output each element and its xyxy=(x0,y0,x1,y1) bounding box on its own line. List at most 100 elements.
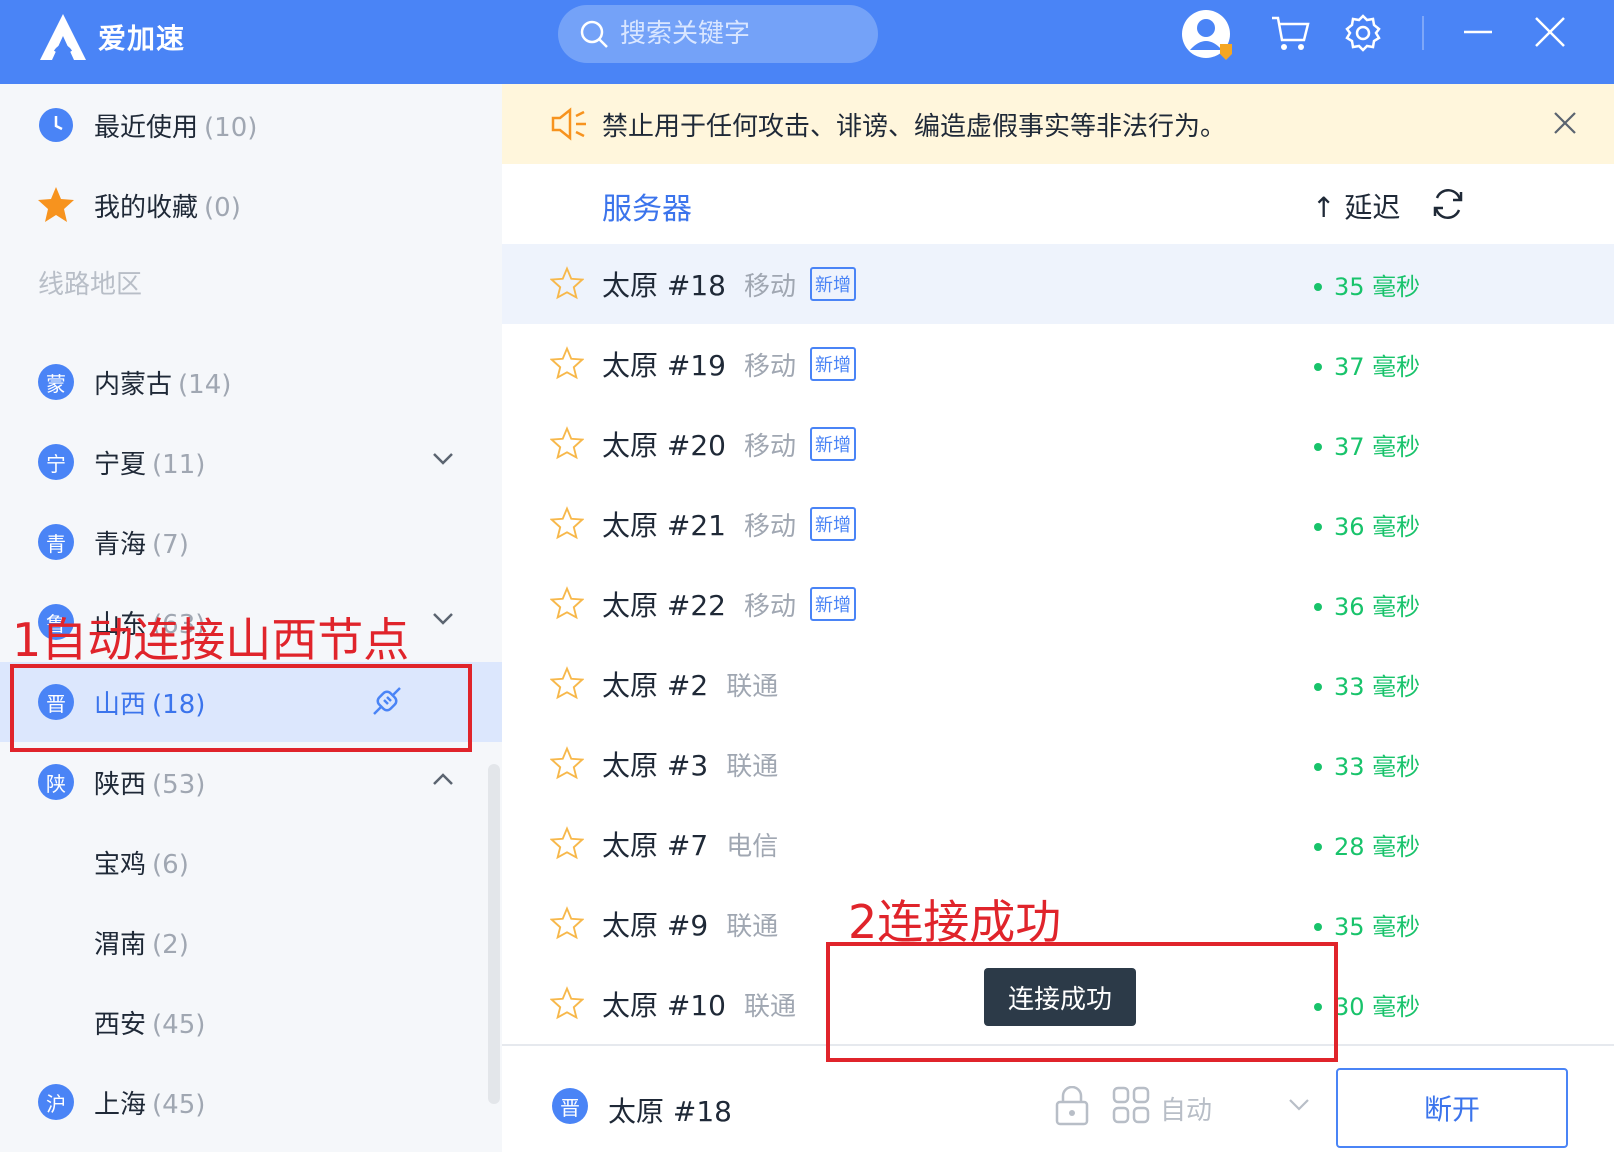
server-name: 太原 #22 xyxy=(602,589,726,622)
status-dot xyxy=(1314,762,1322,771)
logo-a-icon xyxy=(40,14,86,60)
sidebar-item-count: (53) xyxy=(152,769,206,800)
server-name: 太原 #7 xyxy=(602,829,709,862)
region-badge: 蒙 xyxy=(38,364,74,400)
star-outline-icon[interactable] xyxy=(550,506,584,540)
server-name: 太原 #9 xyxy=(602,909,709,942)
sidebar-item-favorites[interactable]: 我的收藏 (0) xyxy=(0,165,502,245)
server-row[interactable]: 太原 #2 联通 33 毫秒 xyxy=(502,644,1614,724)
star-outline-icon[interactable] xyxy=(550,986,584,1020)
sidebar-subitem[interactable]: 宝鸡 (6) xyxy=(0,822,502,902)
server-row[interactable]: 太原 #20 移动 新增 37 毫秒 xyxy=(502,404,1614,484)
server-name: 太原 #21 xyxy=(602,509,726,542)
chevron-down-icon[interactable] xyxy=(432,612,454,626)
server-latency: 33 毫秒 xyxy=(1334,752,1421,781)
status-dot xyxy=(1314,922,1322,931)
toast-message: 连接成功 xyxy=(984,968,1136,1026)
star-outline-icon[interactable] xyxy=(550,426,584,460)
server-isp: 移动 xyxy=(744,592,797,622)
sidebar-item-label: 青海 xyxy=(94,529,147,560)
server-latency: 28 毫秒 xyxy=(1334,832,1421,861)
star-outline-icon[interactable] xyxy=(550,666,584,700)
new-badge: 新增 xyxy=(810,267,857,301)
sidebar-subitem[interactable]: 西安 (45) xyxy=(0,982,502,1062)
annotation-step1: 1自动连接山西节点 xyxy=(12,613,410,667)
sidebar-item-recent[interactable]: 最近使用 (10) xyxy=(0,85,502,165)
sidebar-item-count: (45) xyxy=(152,1009,206,1040)
gear-icon xyxy=(1345,14,1381,52)
mode-select[interactable]: 自动 xyxy=(1160,1090,1212,1127)
close-window-button[interactable] xyxy=(1534,16,1566,48)
sidebar-item-region[interactable]: 陕 陕西 (53) xyxy=(0,742,502,822)
mode-grid-icon xyxy=(1112,1086,1150,1124)
server-isp: 移动 xyxy=(744,272,797,302)
user-avatar-button[interactable] xyxy=(1180,8,1240,64)
notice-bar: 禁止用于任何攻击、诽谤、编造虚假事实等非法行为。 xyxy=(502,84,1614,164)
user-avatar-icon xyxy=(1182,10,1232,60)
sidebar-item-count: (7) xyxy=(152,529,189,560)
search-input[interactable] xyxy=(620,19,860,49)
minimize-button[interactable] xyxy=(1462,16,1494,48)
server-row[interactable]: 太原 #18 移动 新增 35 毫秒 xyxy=(502,244,1614,324)
server-isp: 联通 xyxy=(726,912,779,942)
star-outline-icon[interactable] xyxy=(550,826,584,860)
sidebar-item-label: 陕西 xyxy=(94,769,147,800)
minimize-icon xyxy=(1464,30,1492,34)
sidebar-item-region[interactable]: 青 青海 (7) xyxy=(0,502,502,582)
sidebar-scrollbar[interactable] xyxy=(488,764,500,1104)
sidebar-item-region[interactable]: 沪 上海 (45) xyxy=(0,1062,502,1142)
status-dot xyxy=(1314,842,1322,851)
server-latency: 37 毫秒 xyxy=(1334,352,1421,381)
annotation-box-region xyxy=(10,664,472,752)
app-name: 爱加速 xyxy=(98,22,186,55)
sidebar-item-count: (6) xyxy=(152,849,189,880)
server-row[interactable]: 太原 #22 移动 新增 36 毫秒 xyxy=(502,564,1614,644)
star-outline-icon[interactable] xyxy=(550,586,584,620)
server-row[interactable]: 太原 #3 联通 33 毫秒 xyxy=(502,724,1614,804)
current-server-name: 太原 #18 xyxy=(608,1095,732,1128)
star-outline-icon[interactable] xyxy=(550,346,584,380)
close-icon[interactable] xyxy=(1552,110,1578,136)
star-outline-icon[interactable] xyxy=(550,266,584,300)
refresh-icon[interactable] xyxy=(1430,186,1466,222)
star-filled-icon xyxy=(38,187,74,222)
star-outline-icon[interactable] xyxy=(550,746,584,780)
sidebar-item-label: 宁夏 xyxy=(94,449,147,480)
new-badge: 新增 xyxy=(810,587,857,621)
notice-text: 禁止用于任何攻击、诽谤、编造虚假事实等非法行为。 xyxy=(602,111,1227,142)
disconnect-button[interactable]: 断开 xyxy=(1336,1068,1568,1148)
sidebar-item-label: 西安 xyxy=(94,1009,147,1040)
server-row[interactable]: 太原 #7 电信 28 毫秒 xyxy=(502,804,1614,884)
server-name: 太原 #2 xyxy=(602,669,709,702)
chevron-down-icon[interactable] xyxy=(1288,1098,1310,1112)
lock-icon[interactable] xyxy=(1054,1086,1090,1126)
server-latency: 35 毫秒 xyxy=(1334,912,1421,941)
new-badge: 新增 xyxy=(810,507,857,541)
sidebar-item-count: (10) xyxy=(204,112,258,143)
sidebar-item-count: (14) xyxy=(178,369,232,400)
star-outline-icon[interactable] xyxy=(550,906,584,940)
search-box[interactable] xyxy=(558,5,878,63)
status-dot xyxy=(1314,442,1322,451)
sidebar-item-region[interactable]: 宁 宁夏 (11) xyxy=(0,422,502,502)
server-latency: 36 毫秒 xyxy=(1334,592,1421,621)
chevron-up-icon[interactable] xyxy=(432,772,454,786)
settings-button[interactable] xyxy=(1344,14,1382,52)
column-delay-sort[interactable]: ↑ 延迟 xyxy=(1312,186,1400,226)
server-isp: 联通 xyxy=(726,672,779,702)
sidebar-item-region[interactable]: 蒙 内蒙古 (14) xyxy=(0,342,502,422)
server-latency: 30 毫秒 xyxy=(1334,992,1421,1021)
sidebar-subitem[interactable]: 渭南 (2) xyxy=(0,902,502,982)
server-row[interactable]: 太原 #19 移动 新增 37 毫秒 xyxy=(502,324,1614,404)
column-server[interactable]: 服务器 xyxy=(602,184,692,228)
server-row[interactable]: 太原 #21 移动 新增 36 毫秒 xyxy=(502,484,1614,564)
chevron-down-icon[interactable] xyxy=(432,452,454,466)
new-badge: 新增 xyxy=(810,427,857,461)
server-name: 太原 #19 xyxy=(602,349,726,382)
cart-button[interactable] xyxy=(1270,14,1310,52)
status-dot xyxy=(1314,362,1322,371)
region-badge: 陕 xyxy=(38,764,74,800)
app-logo: 爱加速 xyxy=(36,12,185,62)
server-isp: 移动 xyxy=(744,512,797,542)
speaker-icon xyxy=(551,107,586,141)
